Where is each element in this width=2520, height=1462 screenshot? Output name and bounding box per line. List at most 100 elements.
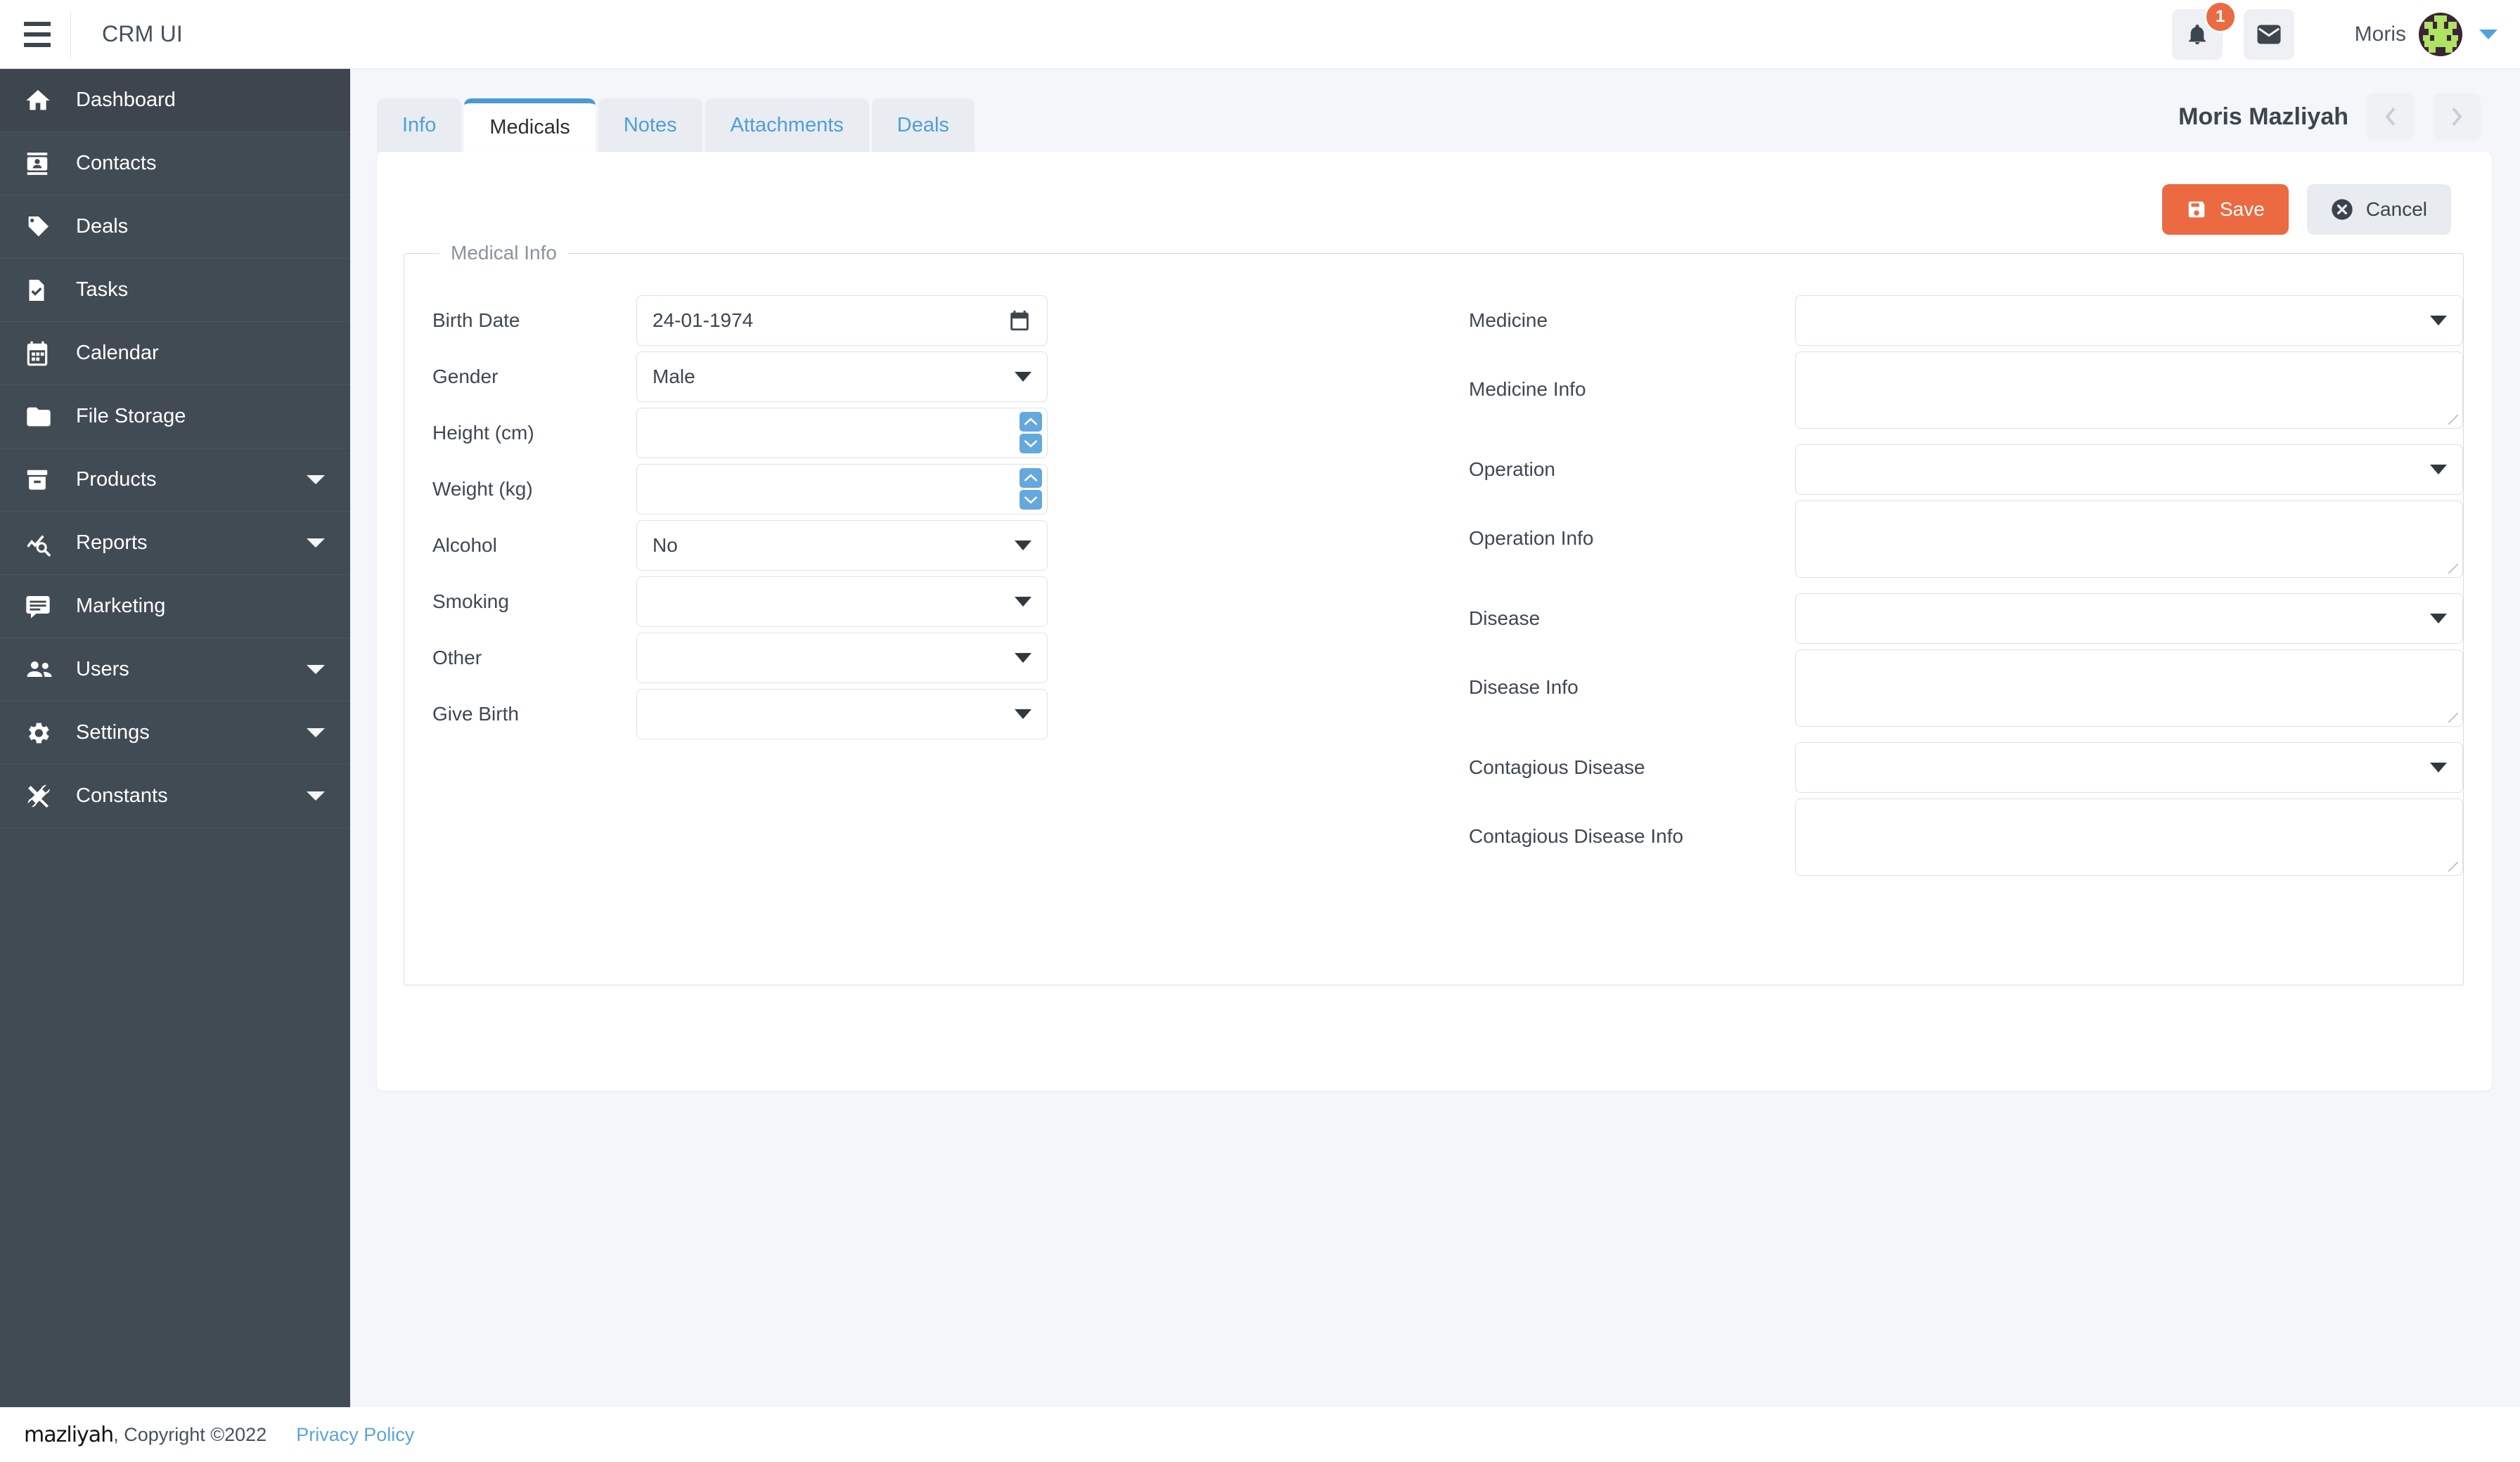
control-medicine-info	[1794, 351, 2463, 429]
cancel-button[interactable]: Cancel	[2306, 184, 2451, 235]
control-operation	[1794, 444, 2463, 495]
chevron-down-icon	[1015, 709, 1031, 719]
message-icon	[24, 590, 63, 623]
footer: mazliyah , Copyright ©2022 Privacy Polic…	[0, 1407, 2520, 1462]
stepper-down-button[interactable]	[1020, 434, 1042, 453]
sidebar-item-label: Products	[76, 468, 157, 491]
control-give-birth	[636, 689, 1048, 739]
chevron-down-icon[interactable]	[307, 475, 325, 484]
input-height-cm[interactable]	[636, 408, 1048, 458]
chevron-down-icon[interactable]	[307, 665, 325, 674]
sidebar-item-label: Users	[76, 658, 129, 680]
privacy-policy-link[interactable]: Privacy Policy	[296, 1424, 414, 1446]
save-button[interactable]: Save	[2162, 184, 2289, 235]
select-smoking[interactable]	[636, 576, 1048, 627]
textarea-contagious-disease-info[interactable]	[1794, 798, 2463, 876]
textarea-medicine-info[interactable]	[1794, 351, 2463, 429]
chart-search-icon	[24, 527, 63, 559]
select-alcohol[interactable]: No	[636, 520, 1048, 571]
select-operation[interactable]	[1794, 444, 2463, 495]
tab-deals[interactable]: Deals	[871, 98, 975, 152]
textarea-disease-info[interactable]	[1794, 649, 2463, 727]
notifications-button[interactable]: 1	[2171, 0, 2237, 60]
sidebar-item-file-storage[interactable]: File Storage	[0, 385, 350, 448]
value-gender: Male	[652, 366, 695, 387]
next-record-button[interactable]	[2433, 93, 2481, 141]
chevron-down-icon[interactable]	[307, 538, 325, 548]
tab-medicals[interactable]: Medicals	[464, 98, 596, 152]
sidebar-item-dashboard[interactable]: Dashboard	[0, 69, 350, 132]
select-other[interactable]	[636, 633, 1048, 683]
hamburger-bar	[24, 21, 51, 26]
stepper-up-icon	[1024, 418, 1037, 425]
hamburger-bar	[24, 32, 51, 37]
sidebar-item-label: Calendar	[76, 342, 159, 364]
label-other: Other	[432, 647, 482, 668]
input-weight-kg[interactable]	[636, 464, 1048, 515]
label-contagious-disease-info: Contagious Disease Info	[1469, 825, 1684, 847]
label-weight-kg: Weight (kg)	[432, 478, 533, 500]
chevron-down-icon[interactable]	[307, 728, 325, 737]
field-alcohol: Alcohol No	[404, 520, 1434, 571]
sidebar-item-reports[interactable]: Reports	[0, 512, 350, 575]
chevron-down-icon	[2479, 29, 2498, 39]
chevron-left-icon	[2385, 108, 2396, 126]
sidebar-item-settings[interactable]: Settings	[0, 701, 350, 765]
control-birth-date: 24-01-1974	[636, 295, 1048, 346]
tag-icon	[24, 211, 63, 243]
folder-icon	[24, 401, 63, 433]
messages-button[interactable]	[2243, 8, 2294, 60]
chevron-down-icon[interactable]	[307, 791, 325, 801]
user-menu[interactable]: Moris	[2355, 12, 2498, 56]
envelope-icon	[2257, 25, 2281, 44]
select-give-birth[interactable]	[636, 689, 1048, 739]
task-file-icon	[24, 274, 63, 306]
stepper-up-button[interactable]	[1020, 468, 1042, 488]
tab-info[interactable]: Info	[377, 98, 462, 152]
field-height-cm: Height (cm)	[404, 408, 1434, 458]
calendar-icon[interactable]	[1008, 308, 1031, 333]
field-weight-kg: Weight (kg)	[404, 464, 1434, 515]
input-birth-date[interactable]: 24-01-1974	[636, 295, 1048, 346]
value-alcohol: No	[652, 534, 678, 556]
tab-notes[interactable]: Notes	[598, 98, 702, 152]
select-disease[interactable]	[1794, 593, 2463, 644]
sidebar-item-label: Settings	[76, 721, 150, 744]
stepper-down-button[interactable]	[1020, 490, 1042, 510]
identicon-avatar	[2419, 12, 2462, 56]
control-gender: Male	[636, 351, 1048, 402]
tab-attachments[interactable]: Attachments	[705, 98, 869, 152]
sidebar-item-contacts[interactable]: Contacts	[0, 132, 350, 195]
sidebar-item-tasks[interactable]: Tasks	[0, 259, 350, 322]
select-gender[interactable]: Male	[636, 351, 1048, 402]
field-medicine: Medicine	[1434, 295, 2463, 346]
sidebar: Dashboard Contacts Deals Tasks Calendar File …	[0, 69, 350, 1407]
field-give-birth: Give Birth	[404, 689, 1434, 739]
hamburger-icon[interactable]	[17, 14, 58, 55]
field-disease: Disease	[1434, 593, 2463, 644]
control-disease-info	[1794, 649, 2463, 727]
sidebar-item-label: Reports	[76, 531, 148, 554]
label-give-birth: Give Birth	[432, 703, 519, 725]
sidebar-item-marketing[interactable]: Marketing	[0, 575, 350, 638]
sidebar-item-products[interactable]: Products	[0, 448, 350, 512]
medical-info-fieldset: Medical Info Birth Date 24-01-1974 Gender M…	[404, 242, 2464, 985]
brand-logo: mazliyah	[24, 1422, 114, 1447]
select-medicine[interactable]	[1794, 295, 2463, 346]
fieldset-legend: Medical Info	[451, 242, 557, 264]
stepper-height-cm	[1020, 412, 1042, 453]
select-contagious-disease[interactable]	[1794, 742, 2463, 793]
label-operation-info: Operation Info	[1469, 527, 1594, 549]
stepper-up-button[interactable]	[1020, 412, 1042, 432]
sidebar-item-deals[interactable]: Deals	[0, 195, 350, 259]
sidebar-item-calendar[interactable]: Calendar	[0, 322, 350, 385]
divider	[70, 10, 71, 58]
field-operation: Operation	[1434, 444, 2463, 495]
sidebar-item-constants[interactable]: Constants	[0, 765, 350, 828]
previous-record-button[interactable]	[2367, 93, 2415, 141]
form-actions: Save Cancel	[2162, 184, 2451, 235]
box-icon	[24, 464, 63, 496]
tab-label: Info	[402, 113, 437, 136]
textarea-operation-info[interactable]	[1794, 500, 2463, 578]
sidebar-item-users[interactable]: Users	[0, 638, 350, 701]
